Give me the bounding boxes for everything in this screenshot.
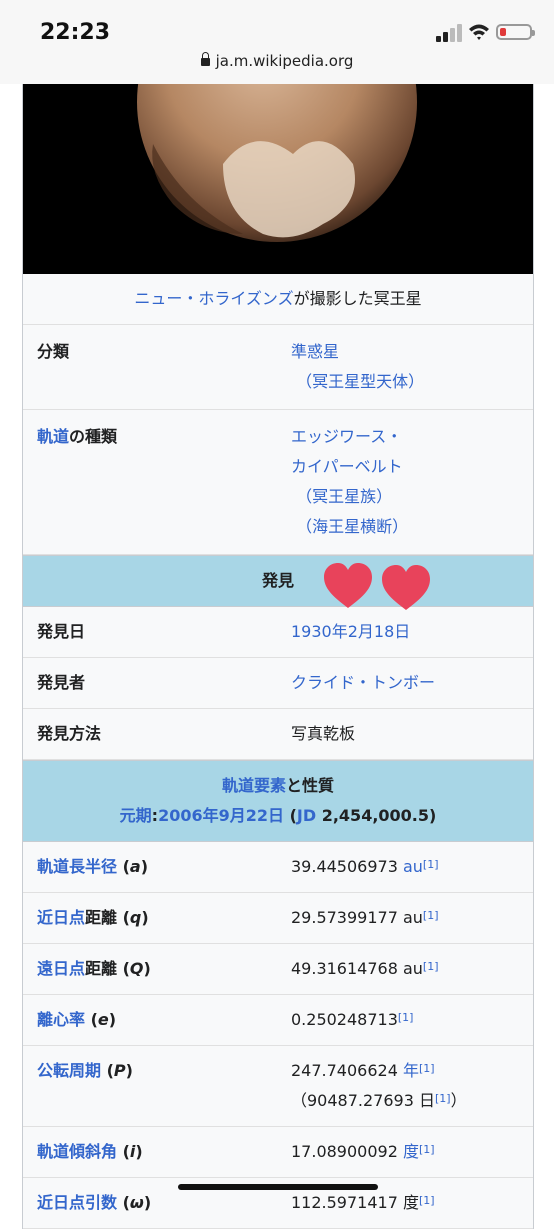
symbol: e xyxy=(97,1010,109,1029)
ref-link[interactable]: [1] xyxy=(423,909,439,922)
row-eccentricity: 離心率 (e) 0.250248713[1] xyxy=(23,995,533,1046)
row-classification: 分類 準惑星 （冥王星型天体） xyxy=(23,325,533,410)
discoverer-link[interactable]: クライド・トンボー xyxy=(291,673,435,692)
row-aphelion: 遠日点距離 (Q) 49.31614768 au[1] xyxy=(23,944,533,995)
jd-link[interactable]: JD xyxy=(297,806,316,825)
heart-icon xyxy=(324,563,372,608)
row-discovery-method: 発見方法 写真乾板 xyxy=(23,709,533,760)
orbital-elements-link[interactable]: 軌道要素 xyxy=(222,776,286,795)
semi-major-axis-link[interactable]: 軌道長半径 xyxy=(37,857,117,876)
symbol: a xyxy=(129,857,141,876)
pluto-image[interactable] xyxy=(23,84,533,274)
dwarf-planet-link[interactable]: 準惑星 xyxy=(291,342,339,361)
label-text: 距離 xyxy=(85,908,118,927)
home-indicator[interactable] xyxy=(178,1184,378,1190)
header-text: と性質 xyxy=(286,776,335,795)
row-discoverer: 発見者 クライド・トンボー xyxy=(23,658,533,709)
ref-link[interactable]: [1] xyxy=(423,960,439,973)
caption-text: が撮影した冥王星 xyxy=(293,289,422,308)
row-inclination: 軌道傾斜角 (i) 17.08900092 度[1] xyxy=(23,1127,533,1178)
ref-link[interactable]: [1] xyxy=(398,1011,414,1024)
symbol: i xyxy=(129,1142,136,1161)
row-label: の種類 xyxy=(69,427,118,446)
row-orbit-type: 軌道の種類 エッジワース・ カイパーベルト （冥王星族） （海王星横断） xyxy=(23,410,533,555)
address-bar[interactable]: ja.m.wikipedia.org xyxy=(0,52,554,70)
row-perihelion: 近日点距離 (q) 29.57399177 au[1] xyxy=(23,893,533,944)
lock-icon xyxy=(200,52,210,66)
orbital-period-link[interactable]: 公転周期 xyxy=(37,1061,101,1080)
row-discovery-date: 発見日 1930年2月18日 xyxy=(23,607,533,658)
infobox: ニュー・ホライズンズが撮影した冥王星 分類 準惑星 （冥王星型天体） 軌道の種類… xyxy=(22,84,534,1229)
symbol: q xyxy=(129,908,142,927)
value: 39.44506973 xyxy=(291,857,403,876)
row-semi-major-axis: 軌道長半径 (a) 39.44506973 au[1] xyxy=(23,842,533,893)
ref-link[interactable]: [1] xyxy=(435,1092,451,1105)
url-text: ja.m.wikipedia.org xyxy=(215,52,354,70)
epoch-date-link[interactable]: 2006年9月22日 xyxy=(158,806,284,825)
au-link[interactable]: au xyxy=(403,857,423,876)
degree-link[interactable]: 度 xyxy=(403,1142,419,1161)
value: 0.250248713 xyxy=(291,1010,398,1029)
wifi-icon xyxy=(469,24,489,40)
row-label: 分類 xyxy=(37,342,70,361)
sub-value: （90487.27693 日 xyxy=(291,1091,435,1110)
battery-icon xyxy=(496,24,535,40)
clock: 22:23 xyxy=(40,20,111,45)
section-header-discovery: 発見 xyxy=(23,555,533,607)
ref-link[interactable]: [1] xyxy=(423,858,439,871)
jd-value: 2,454,000.5) xyxy=(316,806,437,825)
pluto-photo-graphic xyxy=(137,84,417,242)
perihelion-link[interactable]: 近日点 xyxy=(37,908,85,927)
paren: ( xyxy=(284,806,297,825)
kuiper-belt-link-2[interactable]: カイパーベルト xyxy=(291,457,403,476)
inclination-link[interactable]: 軌道傾斜角 xyxy=(37,1142,117,1161)
heart-icon xyxy=(382,565,430,610)
value: 112.5971417 度 xyxy=(291,1193,419,1212)
row-orbital-period: 公転周期 (P) 247.7406624 年[1] （90487.27693 日… xyxy=(23,1046,533,1127)
kuiper-belt-link-1[interactable]: エッジワース・ xyxy=(291,427,402,446)
discovery-date-link[interactable]: 1930年2月18日 xyxy=(291,622,410,641)
row-label: 発見日 xyxy=(37,622,86,641)
symbol: ω xyxy=(129,1193,144,1212)
epoch-link[interactable]: 元期 xyxy=(120,806,152,825)
section-header-orbital-elements: 軌道要素と性質 元期:2006年9月22日 (JD 2,454,000.5) xyxy=(23,760,533,842)
ref-link[interactable]: [1] xyxy=(419,1062,435,1075)
image-caption: ニュー・ホライズンズが撮影した冥王星 xyxy=(23,274,533,325)
status-bar: 22:23 ja.m.wikipedia.org xyxy=(0,0,554,84)
cellular-signal-icon xyxy=(436,24,462,42)
argument-of-perihelion-link[interactable]: 近日点引数 xyxy=(37,1193,117,1212)
paren-close: ） xyxy=(450,1091,467,1110)
symbol: P xyxy=(113,1061,126,1080)
tno-link[interactable]: （海王星横断） xyxy=(296,517,408,536)
label-text: 距離 xyxy=(85,959,118,978)
value: 29.57399177 au xyxy=(291,908,423,927)
ref-link[interactable]: [1] xyxy=(419,1143,435,1156)
heart-stickers xyxy=(324,563,430,610)
plutino-link[interactable]: （冥王星族） xyxy=(296,487,392,506)
plutoid-link[interactable]: （冥王星型天体） xyxy=(296,372,424,391)
ref-link[interactable]: [1] xyxy=(419,1194,435,1207)
eccentricity-link[interactable]: 離心率 xyxy=(37,1010,85,1029)
orbit-link[interactable]: 軌道 xyxy=(37,427,69,446)
year-link[interactable]: 年 xyxy=(403,1061,419,1080)
symbol: Q xyxy=(129,959,144,978)
row-label: 発見方法 xyxy=(37,724,102,743)
discovery-method-value: 写真乾板 xyxy=(291,724,356,743)
value: 247.7406624 xyxy=(291,1061,403,1080)
aphelion-link[interactable]: 遠日点 xyxy=(37,959,85,978)
new-horizons-link[interactable]: ニュー・ホライズンズ xyxy=(134,289,293,308)
row-label: 発見者 xyxy=(37,673,86,692)
value: 17.08900092 xyxy=(291,1142,403,1161)
value: 49.31614768 au xyxy=(291,959,423,978)
